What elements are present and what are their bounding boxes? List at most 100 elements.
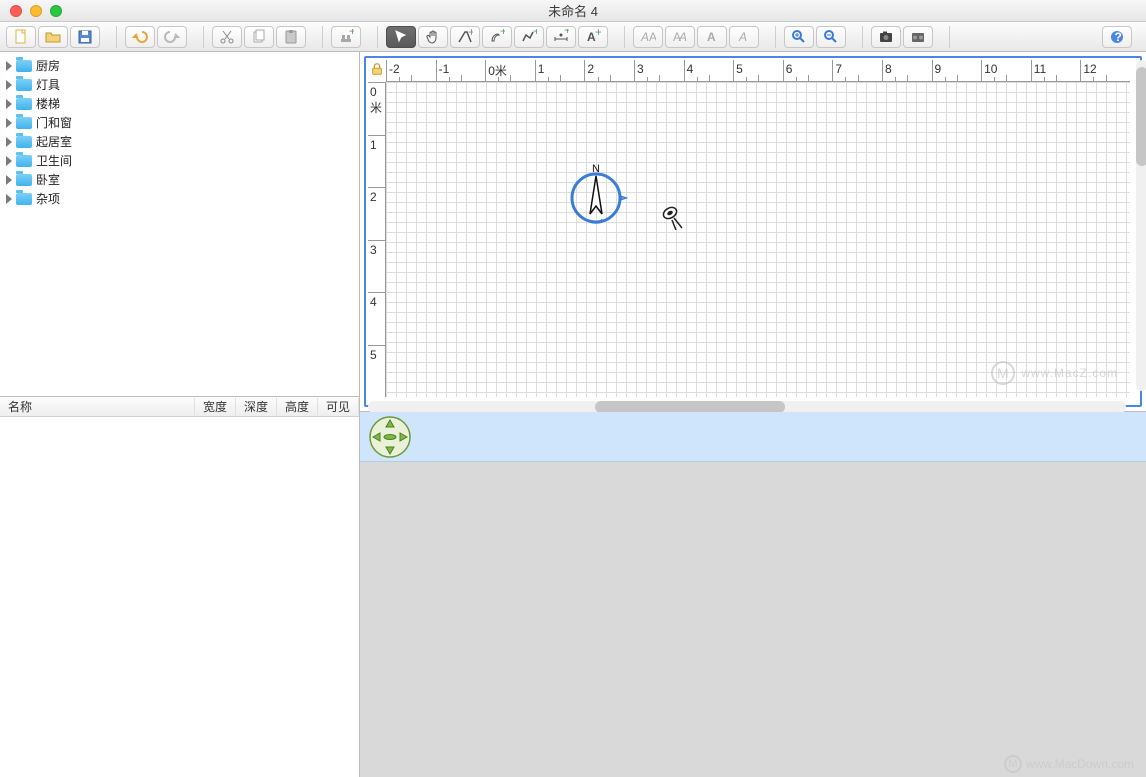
cut-button[interactable] [212, 26, 242, 48]
col-visible[interactable]: 可见 [318, 398, 359, 415]
ruler-tick: 1 [368, 135, 385, 188]
pan-tool-button[interactable] [418, 26, 448, 48]
catalog-item[interactable]: 楼梯 [0, 94, 359, 113]
navigation-control-icon[interactable] [368, 415, 412, 459]
ruler-tick: -1 [436, 60, 486, 81]
ruler-tick: 10 [981, 60, 1031, 81]
undo-button[interactable] [125, 26, 155, 48]
create-video-button[interactable] [903, 26, 933, 48]
plan-view[interactable]: -2-10米123456789101112 0米12345 N [360, 52, 1146, 412]
ruler-tick: 3 [368, 240, 385, 293]
catalog-item[interactable]: 门和窗 [0, 113, 359, 132]
catalog-item-label: 起居室 [36, 133, 72, 150]
catalog-item[interactable]: 卧室 [0, 170, 359, 189]
catalog-item-label: 灯具 [36, 76, 60, 93]
new-file-button[interactable] [6, 26, 36, 48]
copy-button[interactable] [244, 26, 274, 48]
create-polyline-button[interactable]: + [514, 26, 544, 48]
ruler-tick: 0米 [485, 60, 535, 81]
create-room-button[interactable]: + [482, 26, 512, 48]
svg-text:A: A [707, 30, 716, 44]
add-furniture-button[interactable]: + [331, 26, 361, 48]
disclosure-triangle-icon[interactable] [6, 80, 12, 90]
lock-icon[interactable] [370, 62, 384, 76]
ruler-tick: 0米 [368, 82, 385, 135]
watermark-text-bottom: M www.MacDown.com [1004, 755, 1134, 773]
catalog-item-label: 门和窗 [36, 114, 72, 131]
create-walls-button[interactable]: + [450, 26, 480, 48]
disclosure-triangle-icon[interactable] [6, 61, 12, 71]
observer-camera-icon[interactable] [656, 204, 686, 230]
zoom-in-button[interactable] [784, 26, 814, 48]
catalog-item-label: 厨房 [36, 57, 60, 74]
ruler-tick: 8 [882, 60, 932, 81]
ruler-tick: 3 [634, 60, 684, 81]
catalog-item[interactable]: 杂项 [0, 189, 359, 208]
disclosure-triangle-icon[interactable] [6, 194, 12, 204]
save-file-button[interactable] [70, 26, 100, 48]
catalog-item[interactable]: 厨房 [0, 56, 359, 75]
col-depth[interactable]: 深度 [236, 398, 277, 415]
italic-button[interactable]: A [729, 26, 759, 48]
disclosure-triangle-icon[interactable] [6, 175, 12, 185]
catalog-item[interactable]: 起居室 [0, 132, 359, 151]
col-height[interactable]: 高度 [277, 398, 318, 415]
disclosure-triangle-icon[interactable] [6, 99, 12, 109]
disclosure-triangle-icon[interactable] [6, 137, 12, 147]
catalog-item-label: 楼梯 [36, 95, 60, 112]
ruler-tick: 4 [684, 60, 734, 81]
plan-grid[interactable]: N [386, 82, 1130, 397]
ruler-tick: 5 [368, 345, 385, 398]
bold-button[interactable]: A [697, 26, 727, 48]
compass-icon[interactable]: N [564, 162, 628, 226]
create-photo-button[interactable] [871, 26, 901, 48]
folder-icon [16, 60, 32, 72]
svg-text:A: A [738, 30, 747, 44]
paste-button[interactable] [276, 26, 306, 48]
ruler-tick: 9 [932, 60, 982, 81]
compass-north-label: N [592, 163, 600, 175]
furniture-catalog-tree[interactable]: 厨房 灯具 楼梯 门和窗 起居室 卫生间 卧室 杂项 [0, 52, 359, 397]
disclosure-triangle-icon[interactable] [6, 118, 12, 128]
view-3d-panel[interactable]: M www.MacDown.com [360, 412, 1146, 777]
main-toolbar: + + + + + A+ AA AA A A ? [0, 22, 1146, 52]
catalog-item[interactable]: 灯具 [0, 75, 359, 94]
folder-icon [16, 98, 32, 110]
help-button[interactable]: ? [1102, 26, 1132, 48]
svg-text:+: + [500, 29, 505, 38]
open-file-button[interactable] [38, 26, 68, 48]
create-dimension-button[interactable]: + [546, 26, 576, 48]
folder-icon [16, 155, 32, 167]
decrease-text-button[interactable]: AA [665, 26, 695, 48]
watermark-logo-icon: M [1004, 755, 1022, 773]
ruler-tick: 1 [535, 60, 585, 81]
catalog-item-label: 卧室 [36, 171, 60, 188]
furniture-list-header[interactable]: 名称 宽度 深度 高度 可见 [0, 397, 359, 417]
add-text-button[interactable]: A+ [578, 26, 608, 48]
disclosure-triangle-icon[interactable] [6, 156, 12, 166]
col-width[interactable]: 宽度 [195, 398, 236, 415]
col-name[interactable]: 名称 [0, 398, 195, 415]
ruler-tick: 2 [584, 60, 634, 81]
window-titlebar: 未命名 4 [0, 0, 1146, 22]
redo-button[interactable] [157, 26, 187, 48]
svg-text:+: + [564, 29, 569, 37]
catalog-item[interactable]: 卫生间 [0, 151, 359, 170]
ruler-tick: 5 [733, 60, 783, 81]
plan-vertical-scrollbar[interactable] [1136, 60, 1146, 391]
ruler-tick: 12 [1080, 60, 1130, 81]
svg-text:+: + [468, 29, 473, 39]
select-tool-button[interactable] [386, 26, 416, 48]
folder-icon [16, 117, 32, 129]
catalog-item-label: 杂项 [36, 190, 60, 207]
svg-text:A: A [640, 30, 649, 44]
increase-text-button[interactable]: AA [633, 26, 663, 48]
ruler-tick: 7 [832, 60, 882, 81]
ruler-tick: 6 [783, 60, 833, 81]
ruler-tick: 2 [368, 187, 385, 240]
horizontal-ruler: -2-10米123456789101112 [386, 60, 1130, 82]
furniture-list-body[interactable] [0, 417, 359, 777]
ruler-tick: -2 [386, 60, 436, 81]
view-3d-toolbar [360, 412, 1146, 462]
zoom-out-button[interactable] [816, 26, 846, 48]
